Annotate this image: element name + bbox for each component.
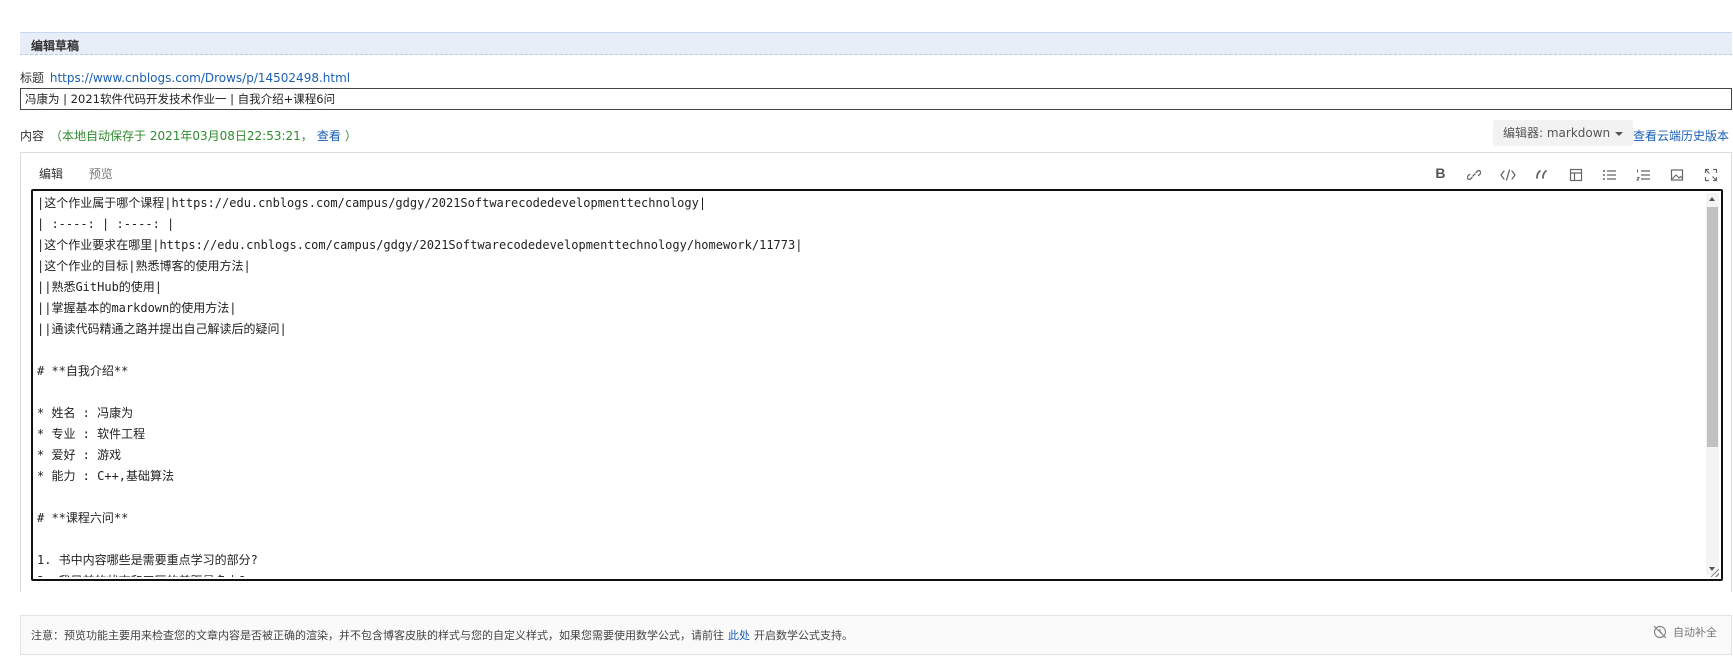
ordered-list-icon[interactable] [1633,164,1653,184]
title-input[interactable] [20,88,1732,110]
cloud-history-link[interactable]: 查看云端历史版本 [1633,127,1729,144]
autosave-text: （本地自动保存于 2021年03月08日22:53:21， [50,129,313,143]
scroll-up-arrow-icon[interactable] [1706,193,1719,205]
content-label: 内容 [20,129,45,143]
editor-line: * 专业 : 软件工程 [37,427,146,441]
editor-tabs: 编辑 预览 [39,165,135,186]
editor-line: # **课程六问** [37,511,129,525]
notice-text-after: 开启数学公式支持。 [754,629,853,642]
fullscreen-icon[interactable] [1701,164,1721,184]
section-header: 编辑草稿 [20,32,1732,55]
autosave-status: （本地自动保存于 2021年03月08日22:53:21， 查看） [50,129,357,143]
markdown-textarea[interactable]: |这个作业属于哪个课程|https://edu.cnblogs.com/camp… [31,189,1723,581]
autocomplete-toggle[interactable]: 自动补全 [1652,624,1717,640]
scroll-thumb[interactable] [1707,207,1718,447]
math-settings-link[interactable]: 此处 [728,629,750,642]
editor-line: ||通读代码精通之路并提出自己解读后的疑问| [37,322,287,336]
editor-type-label: 编辑器: markdown [1503,126,1611,140]
title-label: 标题 [20,71,45,85]
bold-icon[interactable]: B [1430,163,1450,183]
tab-edit[interactable]: 编辑 [39,165,63,186]
editor-line: 2. 我目前的状态和工匠的差距是多少? [37,571,1705,577]
post-url-link[interactable]: https://www.cnblogs.com/Drows/p/14502498… [50,71,350,85]
editor-type-dropdown[interactable]: 编辑器: markdown [1493,120,1634,146]
editor-line: |这个作业属于哪个课程|https://edu.cnblogs.com/camp… [37,196,707,210]
preview-notice: 注意：预览功能主要用来检查您的文章内容是否被正确的渲染，并不包含博客皮肤的样式与… [20,615,1732,655]
content-row: 内容 （本地自动保存于 2021年03月08日22:53:21， 查看） [20,127,357,144]
editor-line: |这个作业的目标|熟悉博客的使用方法| [37,259,251,273]
editor-line: ||掌握基本的markdown的使用方法| [37,301,237,315]
chevron-down-icon [1615,131,1624,136]
editor-line: * 姓名 : 冯康为 [37,406,134,420]
vertical-scrollbar[interactable] [1706,193,1719,575]
code-icon[interactable] [1498,164,1518,184]
editor-line: | :----: | :----: | [37,217,175,231]
editor-line: |这个作业要求在哪里|https://edu.cnblogs.com/campu… [37,238,803,252]
notice-text-before: 注意：预览功能主要用来检查您的文章内容是否被正确的渲染，并不包含博客皮肤的样式与… [31,629,724,642]
title-row: 标题 https://www.cnblogs.com/Drows/p/14502… [20,69,350,86]
editor-line: ||熟悉GitHub的使用| [37,280,163,294]
image-icon[interactable] [1667,164,1687,184]
editor-line: * 能力 : C++,基础算法 [37,469,175,483]
editor-line: * 爱好 : 游戏 [37,448,122,462]
autosave-end: ） [344,129,357,143]
editor-toolbar: B [1420,163,1721,184]
autocomplete-icon [1653,625,1667,639]
autocomplete-label: 自动补全 [1673,626,1717,639]
link-icon[interactable] [1464,164,1484,184]
table-icon[interactable] [1566,164,1586,184]
markdown-content[interactable]: |这个作业属于哪个课程|https://edu.cnblogs.com/camp… [35,193,1705,577]
editor-line: 1. 书中内容哪些是需要重点学习的部分? [37,553,258,567]
notice-text: 注意：预览功能主要用来检查您的文章内容是否被正确的渲染，并不包含博客皮肤的样式与… [31,627,853,643]
unordered-list-icon[interactable] [1600,164,1620,184]
section-title: 编辑草稿 [31,39,80,53]
quote-icon[interactable] [1532,164,1552,184]
tab-preview[interactable]: 预览 [89,165,113,186]
editor-line: # **自我介绍** [37,364,129,378]
resize-grip-icon[interactable] [1711,569,1719,577]
markdown-editor: 编辑 预览 B |这个作业属于哪个课程|https://edu.cnblogs.… [20,152,1732,592]
autosave-view-link[interactable]: 查看 [317,129,341,143]
